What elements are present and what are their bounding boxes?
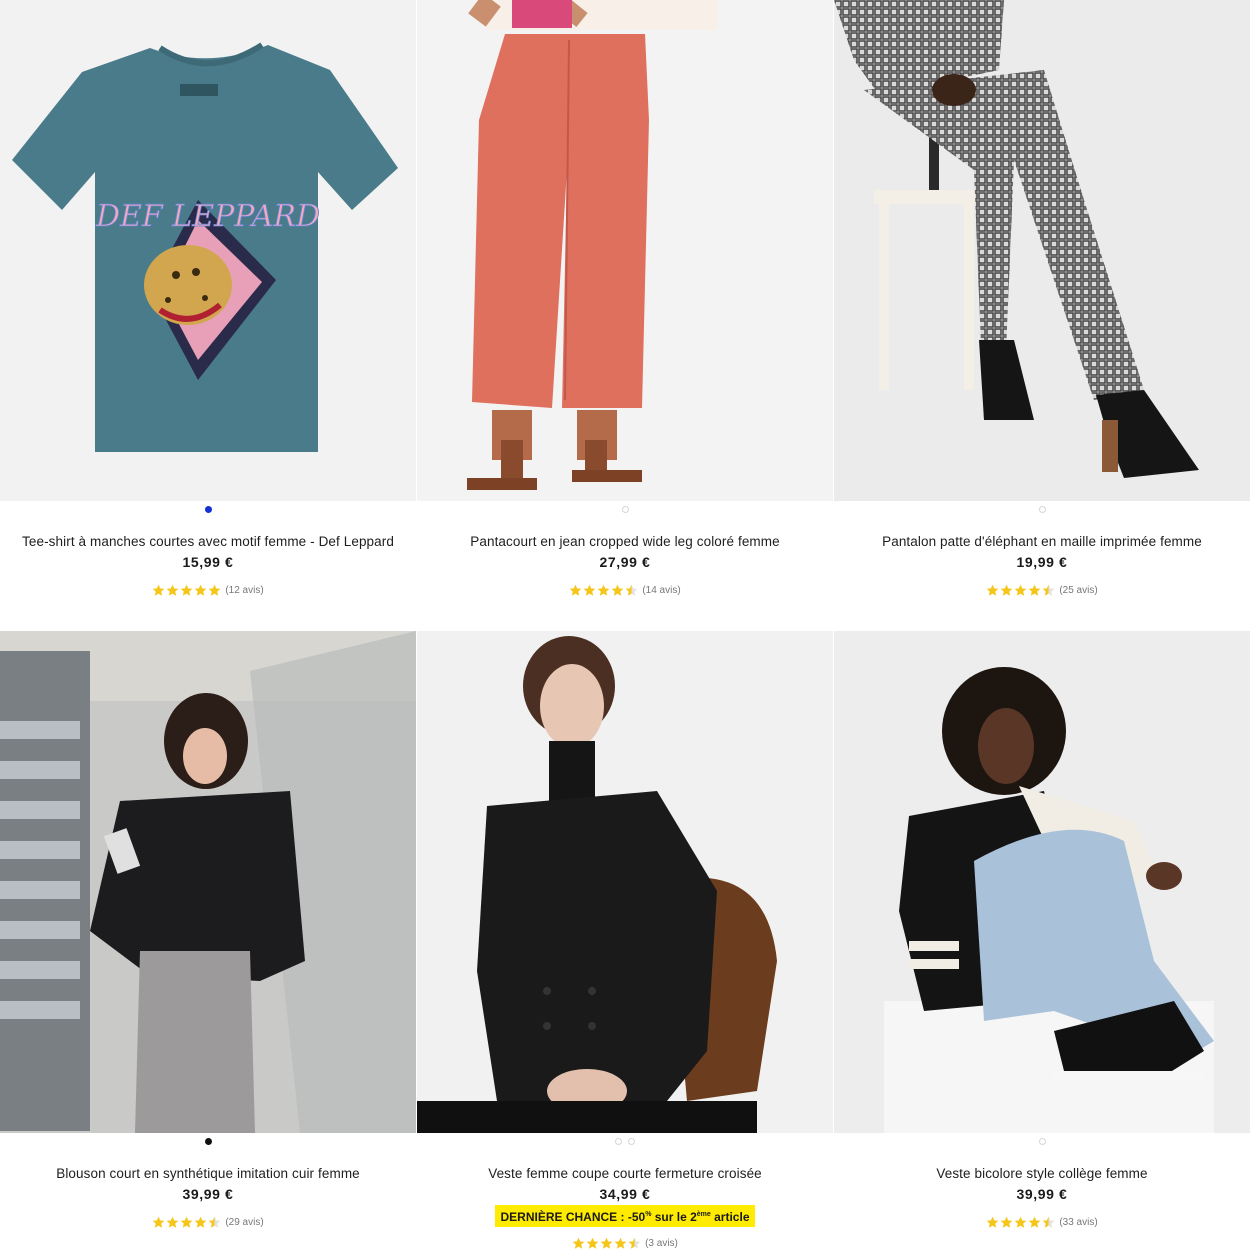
star-rating [569,584,638,597]
carousel-dots [417,1133,833,1149]
product-image[interactable] [0,631,416,1133]
star-icon [166,584,179,596]
star-rating [152,584,221,597]
promo-sup: ème [696,1211,711,1218]
product-rating: (29 avis) [0,1216,416,1229]
product-image[interactable]: DEF LEPPARD [0,0,416,501]
star-icon [572,1237,585,1249]
review-count[interactable]: (12 avis) [225,585,263,596]
promo-text: article [710,1210,750,1224]
product-price: 27,99 € [599,554,651,570]
star-icon [628,1237,641,1249]
star-icon [614,1237,627,1249]
product-rating: (33 avis) [834,1216,1250,1229]
product-card[interactable]: Veste bicolore style collège femme 39,99… [834,631,1250,1229]
star-rating [986,1216,1055,1229]
veste-croisee-image [417,631,833,1133]
carousel-dot[interactable] [615,1137,622,1145]
product-price: 34,99 € [599,1186,651,1202]
product-image[interactable] [417,0,833,501]
carousel-dot[interactable] [204,505,212,513]
product-card[interactable]: Pantalon patte d'éléphant en maille impr… [834,0,1250,597]
star-icon [194,1216,207,1228]
product-rating: (14 avis) [417,584,833,597]
product-card[interactable]: Blouson court en synthétique imitation c… [0,631,416,1229]
carousel-dots [834,1133,1250,1149]
product-rating: (25 avis) [834,584,1250,597]
carousel-dots [417,501,833,517]
product-image[interactable] [834,0,1250,501]
def-leppard-logo: DEF LEPPARD [95,199,320,234]
product-price: 39,99 € [1016,1186,1068,1202]
product-image[interactable] [417,631,833,1133]
review-count[interactable]: (14 avis) [642,585,680,596]
star-icon [1000,1216,1013,1228]
carousel-dot[interactable] [621,505,629,513]
product-image[interactable] [834,631,1250,1133]
product-price: 39,99 € [182,1186,234,1202]
product-rating: (3 avis) [417,1237,833,1250]
veste-college-image [834,631,1250,1133]
star-rating [986,584,1055,597]
promo-text: -50 [624,1210,646,1224]
promo-text: sur le 2 [651,1210,697,1224]
star-icon [586,1237,599,1249]
star-icon [986,1216,999,1228]
carousel-dots [0,501,416,517]
star-icon [152,584,165,596]
carousel-dot[interactable] [1038,505,1046,513]
star-icon [1000,584,1013,596]
star-icon [986,584,999,596]
star-rating [152,1216,221,1229]
star-rating [572,1237,641,1250]
carousel-dot[interactable] [1038,1137,1046,1145]
star-icon [569,584,582,596]
star-icon [180,584,193,596]
star-icon [1042,1216,1055,1228]
star-icon [611,584,624,596]
product-name[interactable]: Veste femme coupe courte fermeture crois… [417,1165,833,1183]
product-name[interactable]: Pantalon patte d'éléphant en maille impr… [834,533,1250,551]
review-count[interactable]: (33 avis) [1059,1217,1097,1228]
product-name[interactable]: Veste bicolore style collège femme [834,1165,1250,1183]
star-icon [1028,584,1041,596]
promo-badge: DERNIÈRE CHANCE : -50% sur le 2ème artic… [417,1205,833,1227]
product-card[interactable]: Pantacourt en jean cropped wide leg colo… [417,0,833,597]
review-count[interactable]: (3 avis) [645,1238,678,1249]
star-icon [597,584,610,596]
star-icon [180,1216,193,1228]
review-count[interactable]: (29 avis) [225,1217,263,1228]
star-icon [600,1237,613,1249]
product-price: 19,99 € [1016,554,1068,570]
pantalon-image [834,0,1250,501]
blouson-image [0,631,416,1133]
product-card[interactable]: Veste femme coupe courte fermeture crois… [417,631,833,1250]
star-icon [583,584,596,596]
product-card[interactable]: DEF LEPPARD Tee-shirt à manches courtes … [0,0,416,597]
product-name[interactable]: Blouson court en synthétique imitation c… [0,1165,416,1183]
star-icon [208,1216,221,1228]
product-price: 15,99 € [182,554,234,570]
star-icon [194,584,207,596]
star-icon [1014,584,1027,596]
tee-shirt-image: DEF LEPPARD [0,0,416,501]
star-icon [1014,1216,1027,1228]
star-icon [152,1216,165,1228]
product-rating: (12 avis) [0,584,416,597]
star-icon [625,584,638,596]
pantacourt-image [417,0,833,501]
carousel-dot[interactable] [204,1137,212,1145]
star-icon [166,1216,179,1228]
star-icon [1028,1216,1041,1228]
carousel-dots [834,501,1250,517]
review-count[interactable]: (25 avis) [1059,585,1097,596]
promo-label: DERNIÈRE CHANCE : [500,1210,625,1224]
product-name[interactable]: Pantacourt en jean cropped wide leg colo… [417,533,833,551]
star-icon [208,584,221,596]
product-name[interactable]: Tee-shirt à manches courtes avec motif f… [0,533,416,551]
star-icon [1042,584,1055,596]
carousel-dot[interactable] [628,1137,635,1145]
carousel-dots [0,1133,416,1149]
